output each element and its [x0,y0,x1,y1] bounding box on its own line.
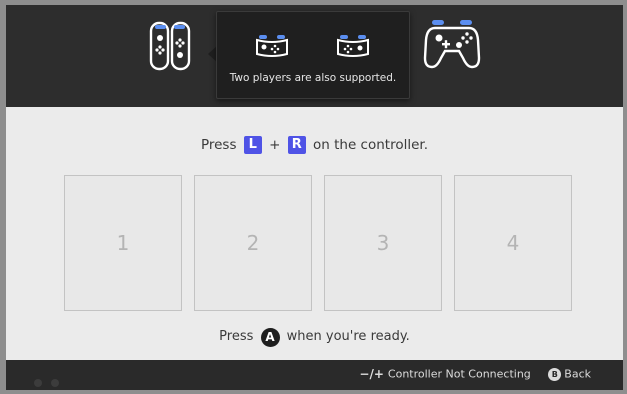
r-button-icon: R [287,136,306,154]
single-joycon-icon [256,35,288,57]
minus-plus-icon: −/+ [359,367,384,381]
instruction-before: Press [200,137,237,153]
l-button-icon: L [243,136,262,154]
instruction-after: on the controller. [313,137,429,153]
instruction-plus: + [269,137,281,153]
player-slot-3[interactable]: 3 [324,175,442,311]
b-button-icon: B [548,367,562,381]
tooltip: Two players are also supported. [216,11,410,99]
switch-screen: Two players are also supported. Press L … [6,5,623,390]
player-slot-4[interactable]: 4 [454,175,572,311]
footer-indicators [34,372,63,390]
instruction-line: Press L + R on the controller. [6,134,623,156]
player-slot-1[interactable]: 1 [64,175,182,311]
player-assignment-panel: Press L + R on the controller. 1 2 3 4 P… [6,107,623,360]
single-joycon-icon [337,35,369,57]
joycon-pair-icon[interactable] [149,21,191,71]
controller-type-bar: Two players are also supported. [6,5,623,107]
indicator-dot [51,379,60,387]
back-label: Back [564,367,591,381]
player-slot-2[interactable]: 2 [194,175,312,311]
ready-before: Press [219,329,254,344]
back-button[interactable]: B Back [534,367,591,381]
pro-controller-icon[interactable] [423,18,481,70]
controller-not-connecting-label: Controller Not Connecting [387,367,531,381]
tooltip-text: Two players are also supported. [229,72,397,84]
a-button-icon[interactable]: A [260,327,280,347]
ready-prompt: Press A when you're ready. [6,327,623,348]
controller-not-connecting-button[interactable]: −/+ Controller Not Connecting [359,367,534,381]
footer-bar: −/+ Controller Not Connecting B Back [6,360,623,390]
ready-after: when you're ready. [286,329,410,344]
indicator-dot [34,379,42,387]
footer-actions: −/+ Controller Not Connecting B Back [359,367,591,381]
